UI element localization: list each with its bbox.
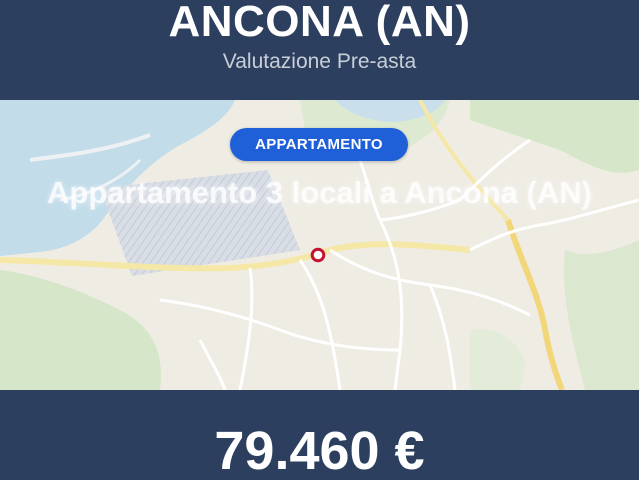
- page-subtitle: Valutazione Pre-asta: [222, 50, 417, 73]
- header-band: ANCONA (AN) Valutazione Pre-asta: [0, 0, 639, 100]
- marker-shape: [310, 247, 326, 263]
- page-title: ANCONA (AN): [168, 0, 471, 46]
- location-marker-icon[interactable]: [310, 247, 326, 263]
- price-band: 79.460 €: [0, 390, 639, 480]
- property-type-badge: APPARTAMENTO: [230, 128, 408, 161]
- price-amount: 79.460 €: [214, 421, 425, 480]
- listing-headline: Appartamento 3 locali a Ancona (AN): [47, 175, 592, 210]
- listing-card: ANCONA (AN) Valutazione Pre-asta APPARTA…: [0, 0, 639, 480]
